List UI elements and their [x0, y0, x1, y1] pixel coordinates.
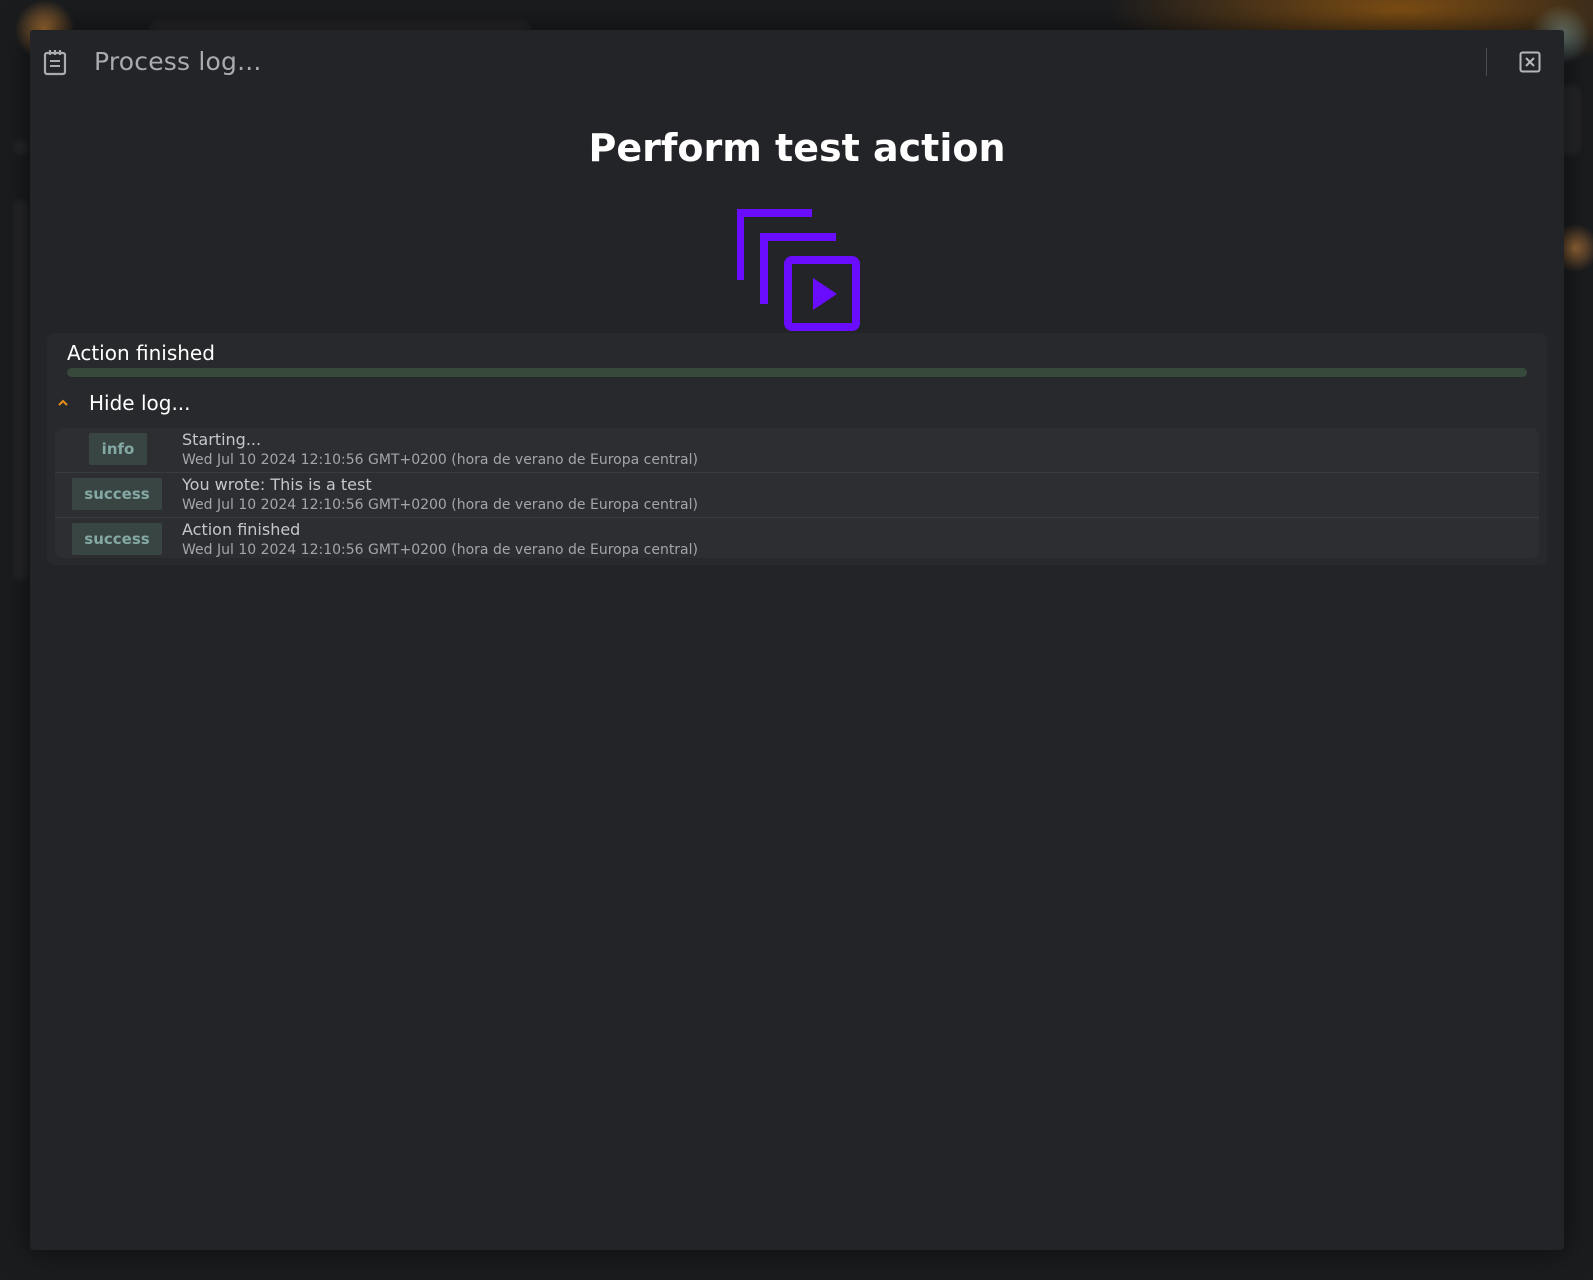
status-panel: Action finished Hide log... info Startin…: [47, 333, 1547, 565]
chevron-up-icon: [58, 399, 68, 406]
log-list: info Starting... Wed Jul 10 2024 12:10:5…: [55, 428, 1539, 558]
process-log-dialog: Process log... Perform test action Actio…: [30, 30, 1564, 1250]
log-entry: info Starting... Wed Jul 10 2024 12:10:5…: [55, 428, 1539, 473]
log-timestamp: Wed Jul 10 2024 12:10:56 GMT+0200 (hora …: [182, 497, 698, 513]
close-box-icon[interactable]: [1518, 50, 1542, 74]
log-message: Action finished: [182, 520, 301, 539]
status-text: Action finished: [67, 341, 215, 365]
hide-log-label: Hide log...: [89, 391, 191, 415]
log-entry: success You wrote: This is a test Wed Ju…: [55, 473, 1539, 518]
log-timestamp: Wed Jul 10 2024 12:10:56 GMT+0200 (hora …: [182, 542, 698, 558]
log-notepad-icon: [43, 50, 67, 76]
log-level-badge: info: [89, 433, 147, 465]
log-entry: success Action finished Wed Jul 10 2024 …: [55, 518, 1539, 558]
title-divider: [1486, 48, 1487, 76]
log-level-badge: success: [72, 478, 162, 510]
progress-fill: [67, 368, 1527, 377]
hide-log-toggle[interactable]: Hide log...: [55, 389, 191, 417]
dialog-title: Process log...: [94, 47, 262, 76]
run-action-icon: [737, 209, 860, 331]
log-timestamp: Wed Jul 10 2024 12:10:56 GMT+0200 (hora …: [182, 452, 698, 468]
log-message: Starting...: [182, 430, 262, 449]
log-message: You wrote: This is a test: [182, 475, 372, 494]
progress-bar: [67, 368, 1527, 377]
action-heading: Perform test action: [588, 126, 1006, 170]
dialog-title-bar: Process log...: [30, 30, 1564, 94]
log-level-badge: success: [72, 523, 162, 555]
